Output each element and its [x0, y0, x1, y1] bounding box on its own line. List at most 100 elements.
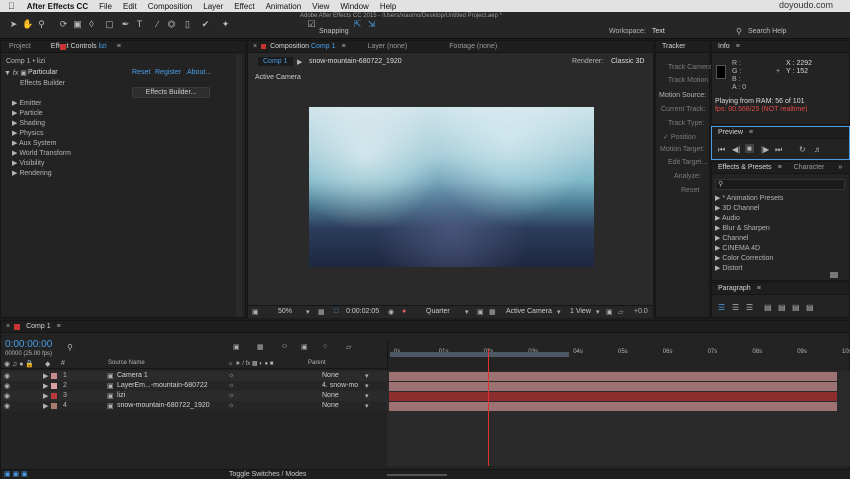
expand-arrow-icon[interactable]: ▶ [43, 392, 48, 400]
group-aux-system[interactable]: ▶ Aux System [12, 139, 56, 147]
frame-blending-icon[interactable]: ▣ [301, 343, 308, 351]
preset-audio[interactable]: ▶ Audio [715, 214, 740, 222]
layer-switches[interactable]: ☼ [228, 382, 234, 389]
tab-timeline-comp[interactable]: Comp 1 [20, 323, 57, 330]
parent-chevron-down-icon[interactable]: ▾ [365, 372, 369, 380]
group-world-transform[interactable]: ▶ World Transform [12, 149, 71, 157]
audio-icon[interactable]: ♬ [814, 145, 822, 154]
timeline-menu-icon[interactable]: ≡ [57, 323, 61, 330]
preview-menu-icon[interactable]: ≡ [749, 129, 753, 136]
preset-cinema-4d[interactable]: ▶ CINEMA 4D [715, 244, 760, 252]
preset-3d-channel[interactable]: ▶ 3D Channel [715, 204, 759, 212]
paragraph-menu-icon[interactable]: ≡ [757, 285, 761, 292]
toggle-switches-modes[interactable]: Toggle Switches / Modes [229, 471, 306, 478]
toggle-pixel-icon[interactable]: ▣ [606, 308, 613, 316]
graph-editor-icon[interactable]: ▱ [346, 343, 351, 351]
layer-name[interactable]: LayerEm...-mountain-680722 [117, 382, 208, 389]
tab-layer[interactable]: Layer (none) [362, 43, 414, 50]
layer-switches[interactable]: ☼ [228, 372, 234, 379]
reset-button[interactable]: Reset [681, 187, 699, 194]
resolution-chevron-down-icon[interactable]: ▾ [465, 308, 469, 316]
menu-edit[interactable]: Edit [123, 2, 137, 11]
effects-search-input[interactable]: ⚲ [715, 179, 845, 190]
draft-3d-icon[interactable]: ▦ [257, 343, 264, 351]
visibility-eye-icon[interactable]: ◉ [4, 372, 10, 380]
edit-target-button[interactable]: Edit Target... [668, 159, 707, 166]
pan-behind-tool-icon[interactable]: ◊ [86, 19, 97, 30]
label-color-swatch[interactable] [51, 393, 57, 399]
tab-footage[interactable]: Footage (none) [443, 43, 503, 50]
justify-right-icon[interactable]: ▤ [792, 303, 800, 312]
preset-blur-sharpen[interactable]: ▶ Blur & Sharpen [715, 224, 770, 232]
expand-arrow-icon[interactable]: ▶ [43, 402, 48, 410]
layer-switches[interactable]: ☼ [228, 402, 234, 409]
color-channel-icon[interactable]: ● [402, 308, 406, 315]
tab-info[interactable]: Info [712, 43, 736, 50]
justify-all-icon[interactable]: ▤ [806, 303, 814, 312]
zoom-slider[interactable] [387, 474, 447, 476]
layer-duration-bar[interactable] [389, 392, 837, 401]
layer-row[interactable]: ◉ ▶ 2 ▣ LayerEm...-mountain-680722 ☼ 4. snow-m… [1, 381, 387, 391]
tab-effects-presets[interactable]: Effects & Presets [712, 164, 778, 171]
parent-chevron-down-icon[interactable]: ▾ [365, 402, 369, 410]
menu-file[interactable]: File [99, 2, 112, 11]
tab-tracker[interactable]: Tracker [656, 43, 691, 50]
layer-duration-bar[interactable] [389, 382, 837, 391]
menu-composition[interactable]: Composition [148, 2, 192, 11]
pen-tool-icon[interactable]: ✒ [120, 19, 131, 30]
visibility-eye-icon[interactable]: ◉ [4, 382, 10, 390]
views-select[interactable]: 1 View [570, 308, 591, 315]
last-frame-icon[interactable]: ⏭ [775, 145, 782, 155]
group-emitter[interactable]: ▶ Emitter [12, 99, 42, 107]
search-icon[interactable]: ⚲ [736, 27, 742, 36]
time-ruler[interactable]: 0s01s02s03s04s05s06s07s08s09s10s [387, 339, 850, 371]
preset-animation-presets[interactable]: ▶ * Animation Presets [715, 194, 783, 202]
brush-tool-icon[interactable]: ∕ [152, 19, 163, 30]
parent-select[interactable]: None [322, 372, 339, 379]
effect-name[interactable]: Particular [28, 69, 58, 76]
snap-grid-icon[interactable]: ⇲ [366, 19, 377, 30]
work-area-bar[interactable] [390, 352, 570, 357]
about-link[interactable]: About... [187, 69, 211, 76]
visibility-eye-icon[interactable]: ◉ [4, 392, 10, 400]
layer-name[interactable]: Camera 1 [117, 372, 148, 379]
parent-select[interactable]: None [322, 392, 339, 399]
comp-mini-flowchart-icon[interactable]: ▣ [233, 343, 240, 351]
justify-center-icon[interactable]: ▤ [778, 303, 786, 312]
shy-icon[interactable]: ☺ [281, 343, 288, 350]
zoom-select[interactable]: 50% [278, 308, 292, 315]
preset-distort[interactable]: ▶ Distort [715, 264, 743, 272]
reset-link[interactable]: Reset [132, 69, 150, 76]
snapping-checkbox-icon[interactable]: ☑ [306, 19, 317, 30]
snap-option-icon[interactable]: ⇱ [352, 19, 363, 30]
apple-menu-icon[interactable]:  [8, 1, 15, 11]
group-shading[interactable]: ▶ Shading [12, 119, 45, 127]
menu-animation[interactable]: Animation [266, 2, 302, 11]
subtab-footage[interactable]: snow-mountain-680722_1920 [309, 58, 402, 65]
align-center-icon[interactable]: ☰ [732, 303, 739, 312]
menu-effect[interactable]: Effect [234, 2, 254, 11]
group-rendering[interactable]: ▶ Rendering [12, 169, 52, 177]
exposure-value[interactable]: +0.0 [634, 308, 648, 315]
panel-menu-icon[interactable]: ≡ [117, 43, 121, 50]
always-preview-icon[interactable]: ▣ [252, 308, 259, 316]
clone-stamp-tool-icon[interactable]: ⏣ [166, 19, 177, 30]
layer-row[interactable]: ◉ ▶ 1 ▣ Camera 1 ☼ None ▾ [1, 371, 387, 381]
parent-chevron-down-icon[interactable]: ▾ [365, 382, 369, 390]
puppet-tool-icon[interactable]: ✦ [220, 19, 231, 30]
grid-icon[interactable]: ▦ [318, 308, 325, 316]
timeline-close-icon[interactable]: × [6, 323, 10, 330]
align-left-icon[interactable]: ☰ [718, 303, 725, 312]
camera-tool-icon[interactable]: ▣ [72, 19, 83, 30]
views-chevron-down-icon[interactable]: ▾ [596, 308, 600, 316]
label-color-swatch[interactable] [51, 403, 57, 409]
layer-row[interactable]: ◉ ▶ 3 ▣ lizi ☼ None ▾ [1, 391, 387, 401]
layer-name[interactable]: snow-mountain-680722_1920 [117, 402, 210, 409]
align-right-icon[interactable]: ☰ [746, 303, 753, 312]
play-stop-icon[interactable]: ■ [745, 144, 754, 153]
tab-composition[interactable]: Composition Comp 1 [266, 43, 341, 50]
position-checkbox[interactable]: ✓ Position [663, 133, 696, 141]
timeline-search-icon[interactable]: ⚲ [67, 343, 73, 352]
layer-name[interactable]: lizi [117, 392, 125, 399]
roto-brush-tool-icon[interactable]: ✔ [200, 19, 211, 30]
